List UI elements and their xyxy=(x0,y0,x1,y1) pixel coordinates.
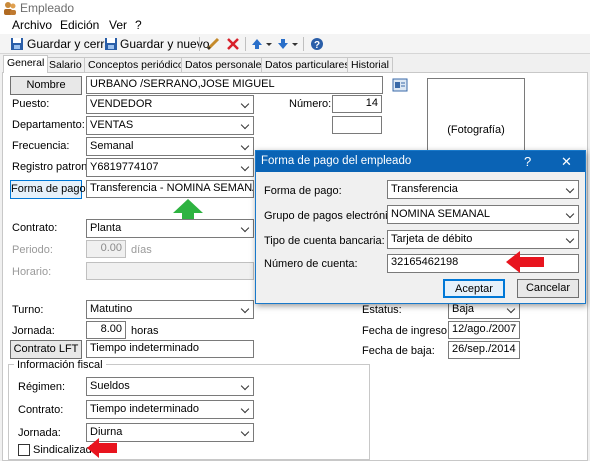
periodo-unit: días xyxy=(131,244,152,256)
menu-help[interactable]: ? xyxy=(135,18,142,32)
periodo-label: Periodo: xyxy=(12,244,53,256)
menu-ver[interactable]: Ver xyxy=(109,18,127,32)
nombre-field[interactable]: URBANO /SERRANO,JOSE MIGUEL xyxy=(86,76,383,94)
tab-historial[interactable]: Historial xyxy=(347,57,393,73)
toolbar-divider xyxy=(245,37,246,51)
edit-pencil-icon[interactable] xyxy=(206,37,220,51)
jornada-label: Jornada: xyxy=(12,325,55,337)
contrato-lft-field: Tiempo indeterminado xyxy=(86,340,254,358)
save-new-icon xyxy=(105,38,117,50)
arrow-up-icon[interactable] xyxy=(251,37,273,51)
tab-salario[interactable]: Salario xyxy=(45,57,86,73)
fecha-baja-field[interactable]: 26/sep./2014 xyxy=(448,341,520,359)
id-card-icon[interactable] xyxy=(392,77,408,93)
fecha-baja-label: Fecha de baja: xyxy=(362,345,435,357)
dialog-forma-pago-select[interactable]: Transferencia xyxy=(387,180,579,199)
registro-patronal-select[interactable]: Y6819774107 xyxy=(86,158,254,177)
dialog-forma-pago-label: Forma de pago: xyxy=(264,185,342,197)
regimen-label: Régimen: xyxy=(18,381,66,393)
departamento-label: Departamento: xyxy=(12,119,85,131)
help-icon[interactable]: ? xyxy=(310,37,324,51)
tab-strip: General Salario Conceptos periódicos Dat… xyxy=(0,55,590,73)
delete-icon[interactable] xyxy=(226,37,240,51)
regimen-select[interactable]: Sueldos xyxy=(86,377,254,396)
save-icon xyxy=(11,38,23,50)
fiscal-jornada-label: Jornada: xyxy=(18,427,61,439)
accept-button[interactable]: Aceptar xyxy=(443,279,505,298)
save-new-button[interactable]: Guardar y nuevo xyxy=(120,37,209,51)
horario-label: Horario: xyxy=(12,266,52,278)
frecuencia-select[interactable]: Semanal xyxy=(86,137,254,156)
puesto-label: Puesto: xyxy=(12,98,50,110)
forma-de-pago-button[interactable]: Forma de pago xyxy=(10,180,86,199)
jornada-unit: horas xyxy=(131,325,159,337)
dialog-tipo-cuenta-label: Tipo de cuenta bancaria: xyxy=(264,235,385,247)
payment-dialog: Forma de pago del empleado ? ✕ Forma de … xyxy=(255,150,586,304)
dialog-numero-cuenta-label: Número de cuenta: xyxy=(264,258,358,270)
red-arrow-annotation-sindicalizado xyxy=(87,438,117,458)
tab-conceptos-periodicos[interactable]: Conceptos periódicos xyxy=(84,57,193,73)
window-title: Empleado xyxy=(20,1,75,15)
tab-general[interactable]: General xyxy=(3,55,49,73)
dialog-help-button[interactable]: ? xyxy=(524,154,531,169)
toolbar-divider xyxy=(199,37,200,51)
departamento-select[interactable]: VENTAS xyxy=(86,116,254,135)
turno-label: Turno: xyxy=(12,304,44,316)
dialog-numero-cuenta-field[interactable]: 32165462198 xyxy=(387,254,579,273)
fiscal-contrato-label: Contrato: xyxy=(18,404,64,416)
fecha-ingreso-field[interactable]: 12/ago./2007 xyxy=(448,321,520,339)
contrato-select[interactable]: Planta xyxy=(86,219,254,238)
sindicalizado-checkbox[interactable] xyxy=(18,444,30,456)
nombre-button[interactable]: Nombre xyxy=(10,76,82,95)
horario-field xyxy=(86,262,254,280)
cancel-button[interactable]: Cancelar xyxy=(517,279,579,298)
dialog-title: Forma de pago del empleado xyxy=(261,155,412,167)
periodo-field: 0.00 xyxy=(86,240,126,258)
fiscal-group-title: Información fiscal xyxy=(14,359,106,371)
dialog-close-button[interactable]: ✕ xyxy=(561,154,572,170)
numero-label: Número: xyxy=(289,98,332,110)
tab-datos-personales[interactable]: Datos personales xyxy=(181,57,271,73)
toolbar-divider xyxy=(303,37,304,51)
arrow-down-icon[interactable] xyxy=(277,37,299,51)
dialog-grupo-select[interactable]: NOMINA SEMANAL xyxy=(387,205,579,224)
toolbar: Guardar y cerrar Guardar y nuevo ? xyxy=(0,34,590,54)
turno-select[interactable]: Matutino xyxy=(86,300,254,319)
red-arrow-annotation-account xyxy=(506,251,544,273)
title-bar: Empleado xyxy=(0,0,590,16)
contrato-lft-button[interactable]: Contrato LFT xyxy=(10,340,82,359)
puesto-select[interactable]: VENDEDOR xyxy=(86,95,254,114)
svg-text:?: ? xyxy=(314,40,320,51)
app-people-icon xyxy=(4,2,16,15)
tab-datos-particulares[interactable]: Datos particulares xyxy=(261,57,354,73)
jornada-field[interactable]: 8.00 xyxy=(86,321,126,339)
fecha-ingreso-label: Fecha de ingreso: xyxy=(362,325,451,337)
dialog-title-bar: Forma de pago del empleado ? ✕ xyxy=(256,151,585,172)
estatus-label: Estatus: xyxy=(362,304,402,316)
menu-bar: Archivo Edición Ver ? xyxy=(0,16,590,34)
menu-edicion[interactable]: Edición xyxy=(60,18,99,32)
extra-field[interactable] xyxy=(332,116,382,134)
menu-archivo[interactable]: Archivo xyxy=(12,18,52,32)
dialog-tipo-cuenta-select[interactable]: Tarjeta de débito xyxy=(387,230,579,249)
save-close-button[interactable]: Guardar y cerrar xyxy=(27,37,115,51)
fiscal-contrato-select[interactable]: Tiempo indeterminado xyxy=(86,400,254,419)
numero-field[interactable]: 14 xyxy=(332,95,382,113)
contrato-label: Contrato: xyxy=(12,222,58,234)
frecuencia-label: Frecuencia: xyxy=(12,140,70,152)
forma-de-pago-field: Transferencia - NOMINA SEMANAL xyxy=(86,180,254,198)
